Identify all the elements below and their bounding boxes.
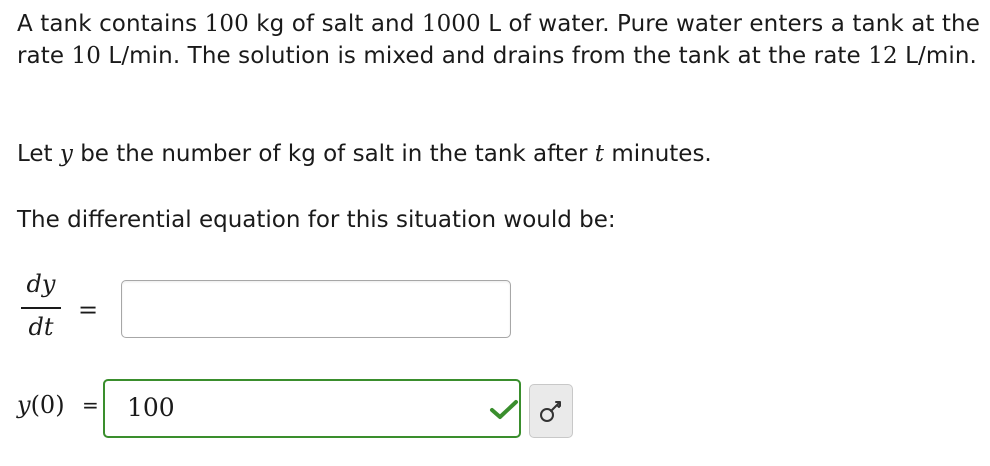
differential-equation-input[interactable] [121, 280, 511, 338]
rate-in: 10 [71, 43, 101, 69]
var-y: y [17, 391, 31, 419]
variable-definition: Let y be the number of kg of salt in the… [17, 138, 712, 170]
derivative-denominator: dt [28, 313, 54, 341]
water-amount: 1000 [421, 11, 481, 37]
problem-text: A tank contains 100 kg of salt and 1000 … [17, 8, 982, 72]
fraction-bar [21, 307, 61, 309]
var-y: y [59, 141, 73, 167]
rate-out: 12 [868, 43, 898, 69]
initial-condition-input[interactable]: 100 [103, 379, 521, 438]
key-icon [540, 401, 561, 422]
equals-sign: = [78, 296, 99, 324]
initial-arg: (0) [30, 391, 65, 419]
text-part: minutes. [604, 141, 712, 167]
text-part: be the number of kg of salt in the tank … [72, 141, 595, 167]
checkmark-icon [490, 400, 518, 419]
problem-text-part: A tank contains [17, 11, 205, 37]
derivative-fraction: dy dt [18, 270, 68, 348]
var-t: t [594, 141, 605, 167]
salt-amount: 100 [204, 11, 249, 37]
de-prompt: The differential equation for this situa… [17, 207, 616, 233]
problem-statement: A tank contains 100 kg of salt and 1000 … [17, 8, 982, 72]
initial-condition-value: 100 [127, 393, 175, 422]
problem-text-part: L/min. [897, 43, 977, 69]
problem-text-part: L/min. The solution is mixed and drains … [101, 43, 869, 69]
preview-button[interactable] [529, 384, 573, 438]
text-part: Let [17, 141, 60, 167]
equals-sign: = [82, 393, 99, 417]
initial-condition-label: y(0) [17, 391, 65, 419]
derivative-numerator: dy [26, 270, 56, 298]
problem-text-part: kg of salt and [248, 11, 422, 37]
